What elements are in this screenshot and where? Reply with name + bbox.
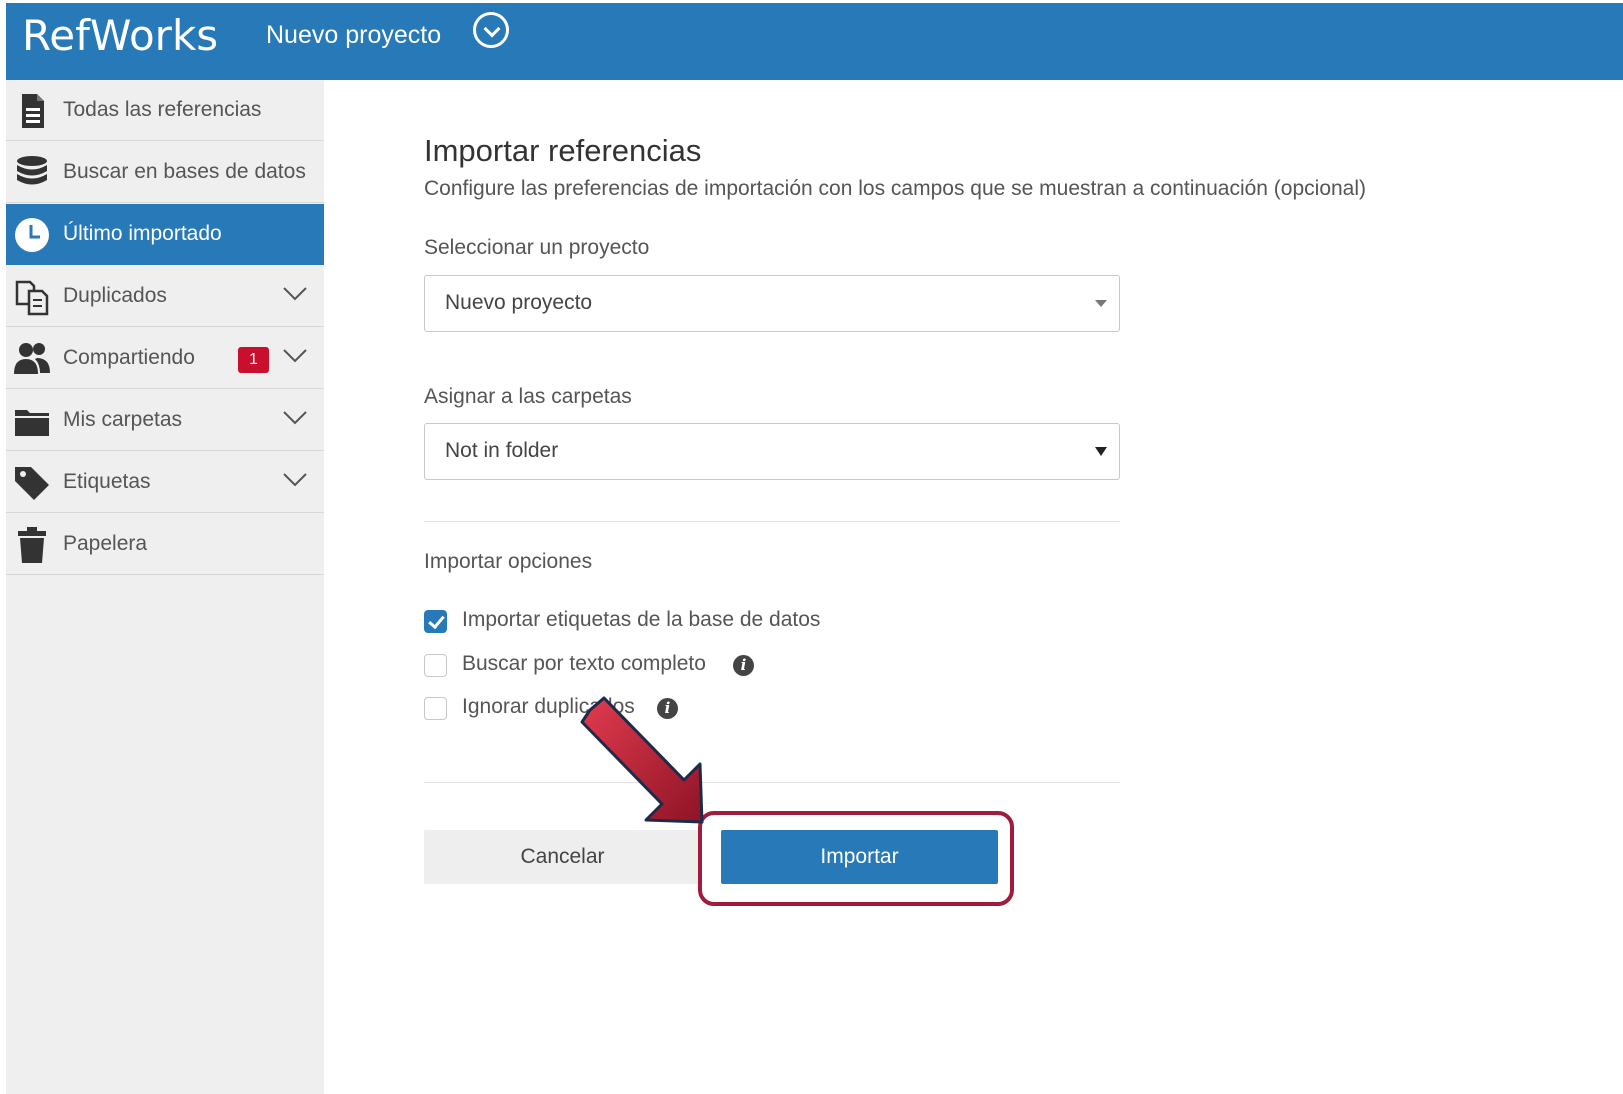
sidebar-item-trash[interactable]: Papelera <box>6 514 324 575</box>
sidebar-item-label: Papelera <box>63 532 148 555</box>
highlight-box <box>698 811 1014 906</box>
sidebar-item-label: Mis carpetas <box>63 408 183 431</box>
duplicate-icon <box>15 280 49 316</box>
import-options-label: Importar opciones <box>424 550 593 573</box>
project-name[interactable]: Nuevo proyecto <box>266 21 441 50</box>
option-label: Importar etiquetas de la base de datos <box>462 608 821 631</box>
sidebar-item-last-imported[interactable]: Último importado <box>6 204 324 265</box>
sidebar-item-all-references[interactable]: Todas las referencias <box>6 80 324 141</box>
project-select[interactable]: Nuevo proyecto <box>424 275 1120 332</box>
chevron-down-icon[interactable] <box>282 472 308 488</box>
caret-down-icon <box>1095 447 1107 456</box>
divider <box>424 782 1120 783</box>
clock-icon <box>15 218 49 252</box>
info-icon[interactable]: i <box>733 655 754 676</box>
sidebar-item-label: Todas las referencias <box>63 98 262 121</box>
sidebar-item-duplicates[interactable]: Duplicados <box>6 266 324 327</box>
sidebar-item-label: Último importado <box>63 222 222 245</box>
full-text-search-checkbox[interactable] <box>424 654 447 677</box>
refworks-logo[interactable]: RefWorks <box>22 11 218 60</box>
trash-icon <box>18 527 46 563</box>
sidebar-item-tags[interactable]: Etiquetas <box>6 452 324 513</box>
sidebar: Todas las referencias Buscar en bases de… <box>6 80 324 1094</box>
annotation-arrow-icon <box>580 696 704 824</box>
sidebar-item-label: Buscar en bases de datos <box>63 160 306 183</box>
page-title: Importar referencias <box>424 133 702 168</box>
sidebar-item-label: Etiquetas <box>63 470 151 493</box>
database-icon <box>17 156 47 185</box>
chevron-down-icon[interactable] <box>282 286 308 302</box>
users-icon <box>14 343 50 374</box>
caret-down-icon <box>1095 300 1107 307</box>
top-bar: RefWorks Nuevo proyecto <box>6 3 1623 80</box>
sidebar-item-label: Duplicados <box>63 284 167 307</box>
folder-select[interactable]: Not in folder <box>424 423 1120 480</box>
ignore-duplicates-checkbox[interactable] <box>424 697 447 720</box>
sidebar-item-my-folders[interactable]: Mis carpetas <box>6 390 324 451</box>
divider <box>424 521 1120 522</box>
sidebar-item-label: Compartiendo <box>63 346 195 369</box>
folder-select-value: Not in folder <box>445 439 559 462</box>
notification-badge: 1 <box>238 347 269 373</box>
option-import-tags[interactable]: Importar etiquetas de la base de datos <box>424 608 854 638</box>
sidebar-item-search-databases[interactable]: Buscar en bases de datos <box>6 142 324 203</box>
tag-icon <box>15 467 49 500</box>
sidebar-item-sharing[interactable]: Compartiendo 1 <box>6 328 324 389</box>
document-icon <box>22 94 44 128</box>
page-subtitle: Configure las preferencias de importació… <box>424 177 1367 200</box>
import-tags-checkbox[interactable] <box>424 610 447 633</box>
chevron-down-icon[interactable] <box>282 348 308 364</box>
chevron-down-icon[interactable] <box>282 410 308 426</box>
project-menu-chevron-icon[interactable] <box>473 12 509 48</box>
app-window: RefWorks Nuevo proyecto Todas las refere… <box>6 3 1623 1094</box>
folder-icon <box>15 410 49 436</box>
project-select-label: Seleccionar un proyecto <box>424 236 650 259</box>
project-select-value: Nuevo proyecto <box>445 291 593 314</box>
folder-select-label: Asignar a las carpetas <box>424 385 632 408</box>
